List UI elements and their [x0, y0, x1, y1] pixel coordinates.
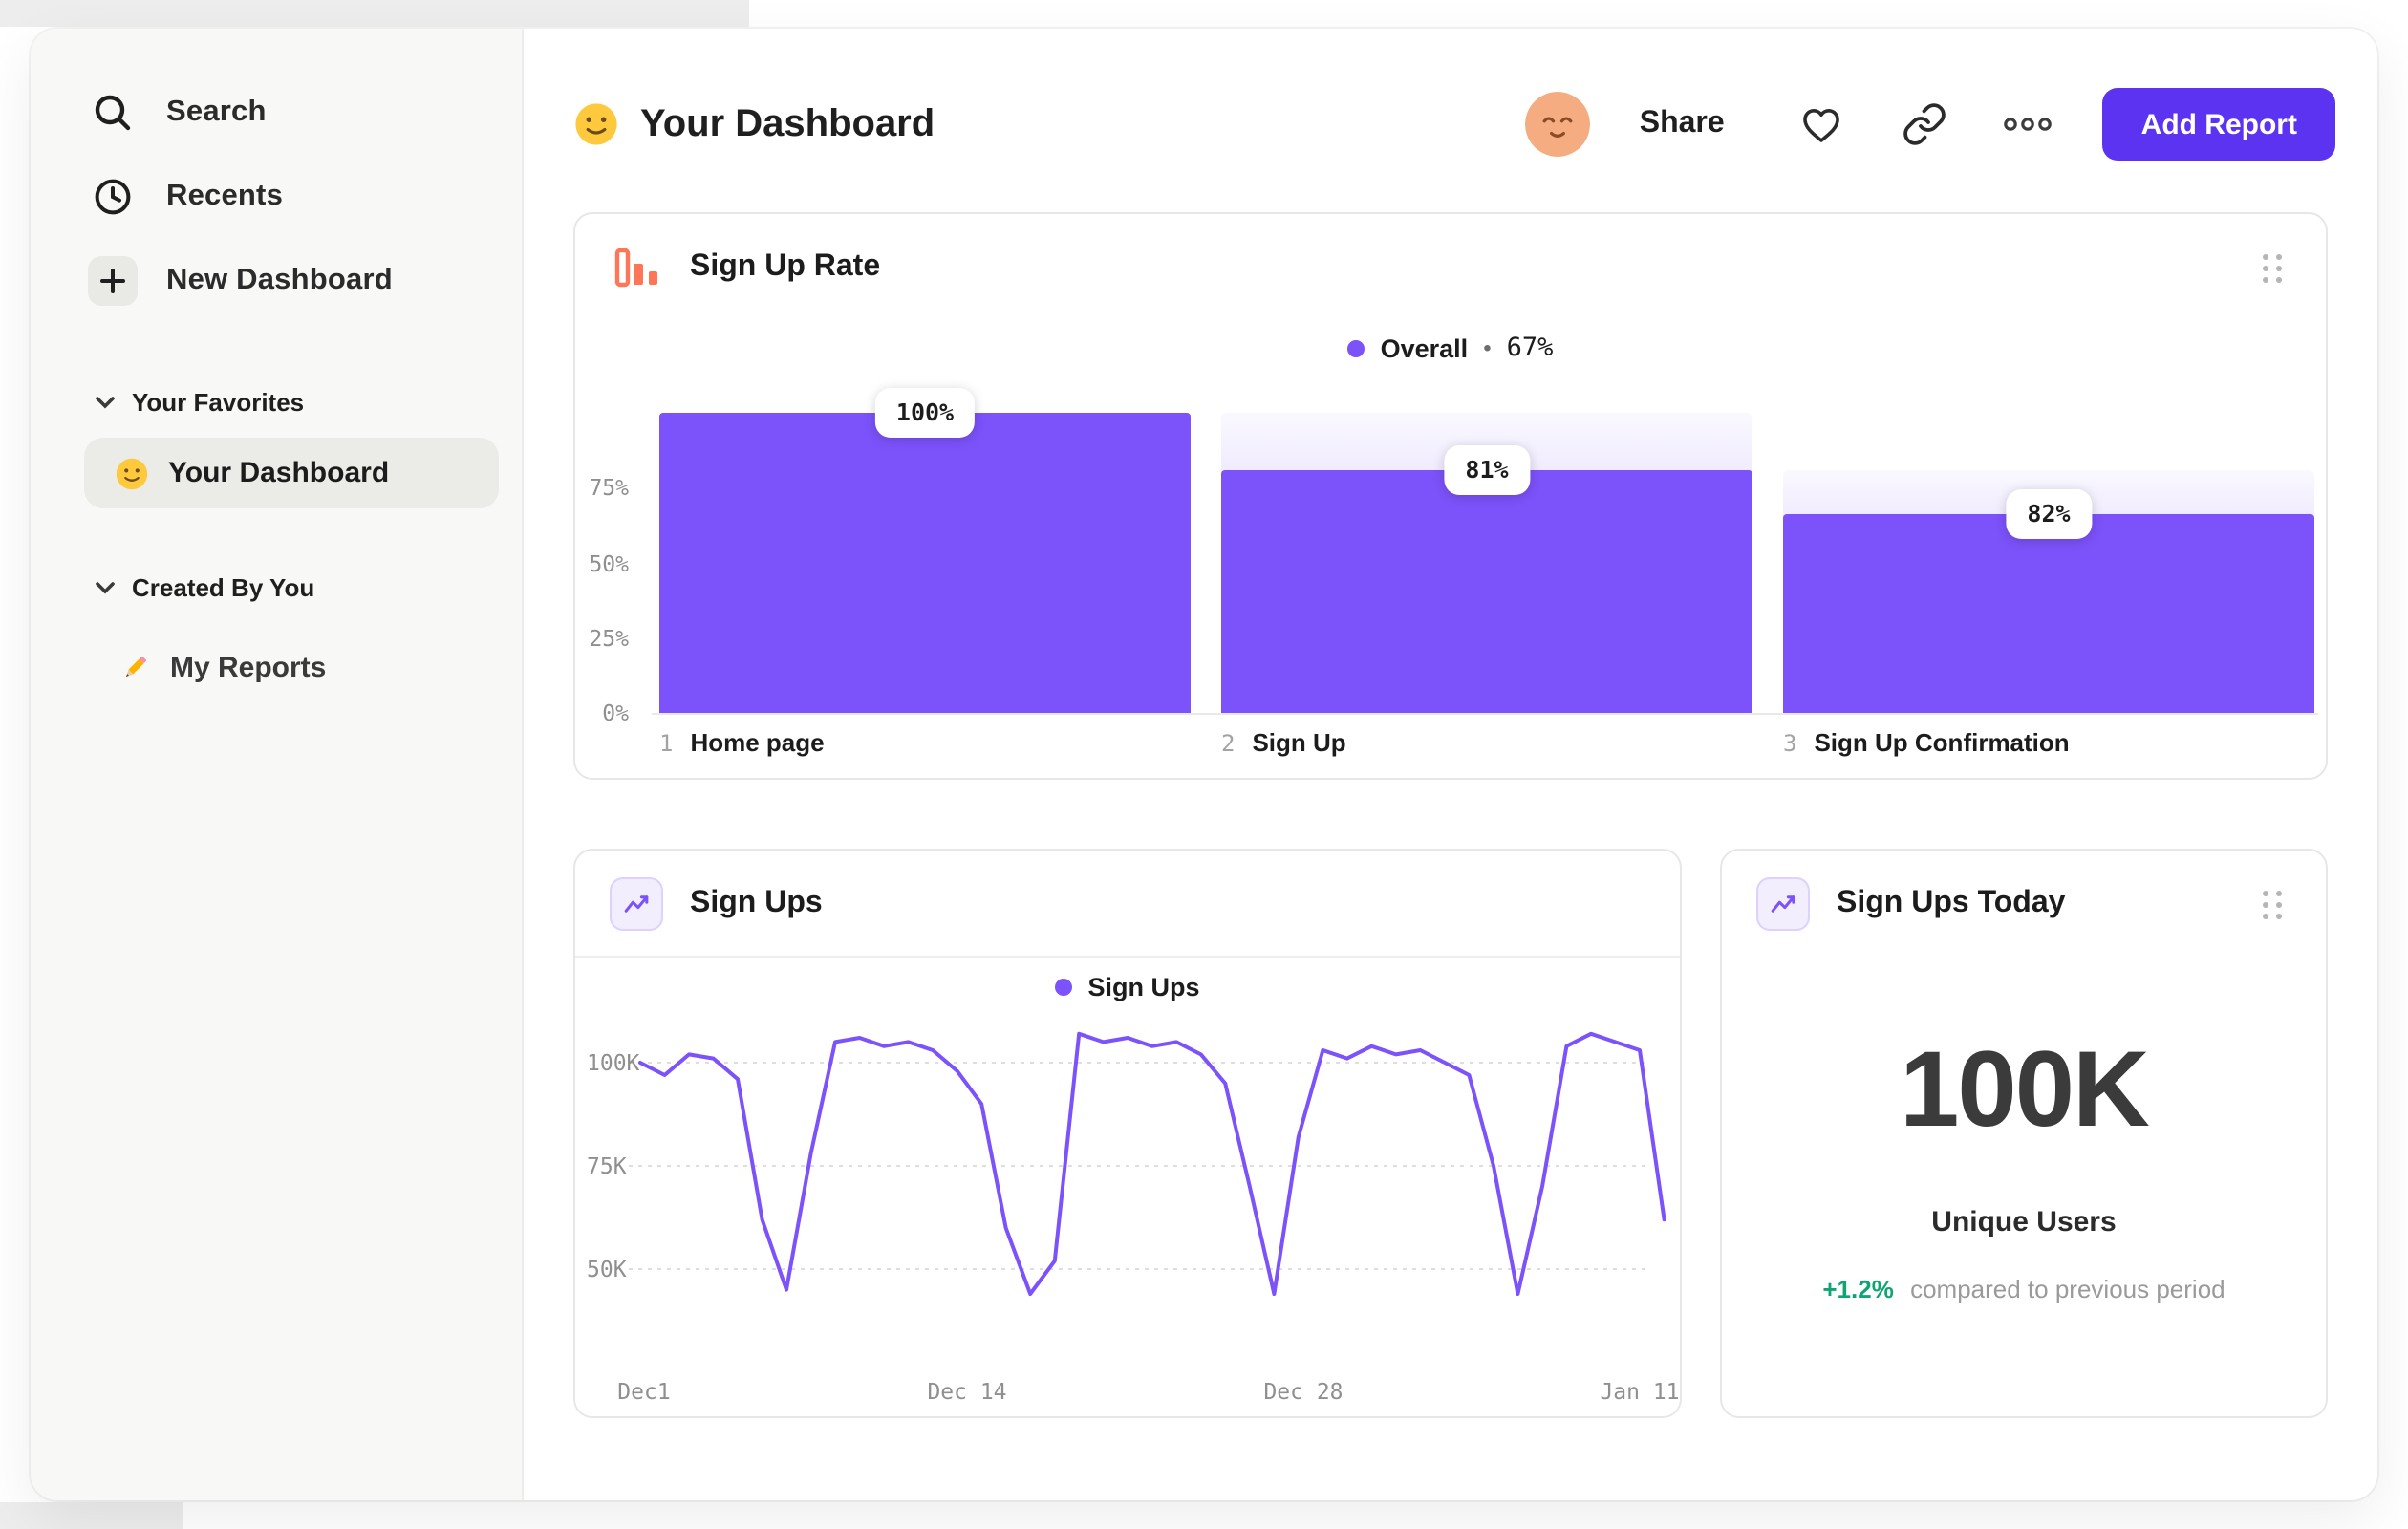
- step-label: 3 Sign Up Confirmation: [1783, 728, 2314, 757]
- bar-fill: [1221, 469, 1752, 713]
- sidebar-item-label: Search: [166, 96, 267, 128]
- sidebar-item-label: New Dashboard: [166, 264, 393, 296]
- background-strip-bottom: [0, 1502, 183, 1529]
- share-button[interactable]: Share: [1640, 107, 1725, 141]
- legend-label: Overall: [1380, 334, 1469, 362]
- sidebar-item-label: My Reports: [170, 651, 327, 683]
- x-axis-tick: Dec1: [617, 1378, 671, 1405]
- legend-separator: •: [1483, 334, 1492, 361]
- y-axis-tick: 50K: [587, 1256, 627, 1282]
- funnel-step-labels: 1 Home page 2 Sign Up 3 Sign Up Confirma…: [659, 728, 2314, 757]
- section-your-favorites[interactable]: Your Favorites: [31, 373, 522, 430]
- metric-delta-row: +1.2% compared to previous period: [1722, 1275, 2326, 1303]
- x-axis-tick: Dec 28: [1263, 1378, 1344, 1405]
- main-content: Your Dashboard Share Add Report Sign Up …: [524, 29, 2377, 1500]
- card-header: Sign Up Rate: [575, 214, 2326, 321]
- drag-handle-icon[interactable]: [2255, 246, 2291, 290]
- sidebar-nav: Search Recents New Dashboard: [31, 29, 522, 323]
- y-axis-tick: 25%: [589, 625, 629, 652]
- funnel-bar[interactable]: 82%: [1783, 413, 2314, 713]
- search-icon: [88, 88, 138, 138]
- y-axis-tick: 100K: [587, 1049, 640, 1076]
- card-title: Sign Up Rate: [690, 250, 881, 283]
- y-axis-tick: 75%: [589, 474, 629, 501]
- y-axis-tick: 75K: [587, 1152, 627, 1179]
- app-window: Search Recents New Dashboard Your Favori…: [31, 29, 2377, 1500]
- pencil-emoji-icon: [118, 651, 151, 683]
- delta-value: +1.2%: [1822, 1275, 1894, 1303]
- section-title: Your Favorites: [132, 387, 305, 416]
- legend-dot: [1347, 339, 1365, 356]
- chevron-down-icon: [96, 570, 115, 604]
- step-number: 2: [1221, 729, 1236, 756]
- metric-value: 100K: [1900, 1028, 2150, 1149]
- sidebar-item-my-reports[interactable]: My Reports: [31, 631, 522, 703]
- header-actions: Share Add Report: [1524, 88, 2335, 161]
- step-label: 2 Sign Up: [1221, 728, 1752, 757]
- card-header: Sign Ups Today: [1722, 851, 2326, 958]
- step-name: Home page: [690, 728, 825, 757]
- line-chart: [629, 1031, 1666, 1296]
- bar-chart-icon: [610, 241, 663, 294]
- step-name: Sign Up: [1252, 728, 1346, 757]
- y-axis-tick: 50%: [589, 550, 629, 577]
- add-report-button[interactable]: Add Report: [2102, 88, 2335, 161]
- bar-fill: [1783, 513, 2314, 713]
- section-title: Created By You: [132, 572, 315, 601]
- line-series: [638, 1031, 1666, 1296]
- step-number: 1: [659, 729, 674, 756]
- conversion-label: 81%: [1444, 444, 1530, 495]
- metric-label: Unique Users: [1931, 1206, 2117, 1238]
- funnel-bars: 100% 81% 82%: [659, 388, 2314, 713]
- x-axis-line: [652, 713, 2318, 715]
- y-axis-tick: 0%: [602, 700, 629, 726]
- step-name: Sign Up Confirmation: [1814, 728, 2070, 757]
- step-label: 1 Home page: [659, 728, 1191, 757]
- sidebar-item-search[interactable]: Search: [31, 71, 522, 155]
- step-number: 3: [1783, 729, 1797, 756]
- sidebar-item-new-dashboard[interactable]: New Dashboard: [31, 239, 522, 323]
- dashboard-header: Your Dashboard Share Add Report: [573, 82, 2335, 166]
- drag-handle-icon[interactable]: [2255, 882, 2291, 926]
- more-options-icon[interactable]: [2000, 96, 2057, 153]
- smiley-emoji-icon: [115, 456, 149, 490]
- copy-link-icon[interactable]: [1897, 96, 1954, 153]
- sign-ups-card: Sign Ups Sign Ups 100K 75K 50K Dec1 Dec …: [573, 849, 1682, 1418]
- sidebar-item-label: Your Dashboard: [168, 457, 390, 489]
- funnel-legend: Overall • 67%: [575, 333, 2326, 363]
- funnel-bar[interactable]: 100%: [659, 388, 1191, 713]
- legend-value: 67%: [1506, 333, 1554, 363]
- chevron-down-icon: [96, 384, 115, 419]
- delta-note: compared to previous period: [1910, 1275, 2225, 1303]
- sidebar-item-label: Recents: [166, 180, 284, 212]
- sign-ups-today-card: Sign Ups Today 100K Unique Users +1.2% c…: [1720, 849, 2328, 1418]
- conversion-label: 82%: [2006, 488, 2092, 539]
- background-strip-top: [0, 0, 749, 27]
- sidebar-item-recents[interactable]: Recents: [31, 155, 522, 239]
- page-title: Your Dashboard: [640, 102, 935, 144]
- funnel-bar[interactable]: 81%: [1221, 413, 1752, 713]
- x-axis-tick: Jan 11: [1600, 1378, 1680, 1405]
- sidebar-item-your-dashboard[interactable]: Your Dashboard: [84, 438, 499, 508]
- plus-icon: [88, 256, 138, 306]
- x-axis-tick: Dec 14: [927, 1378, 1007, 1405]
- smiley-emoji-icon: [573, 101, 619, 147]
- line-chart-icon: [1756, 877, 1810, 931]
- avatar[interactable]: [1524, 92, 1590, 157]
- card-title: Sign Ups Today: [1837, 887, 2066, 919]
- conversion-label: 100%: [874, 388, 976, 438]
- bar-fill: [659, 413, 1191, 713]
- clock-icon: [88, 172, 138, 222]
- sidebar: Search Recents New Dashboard Your Favori…: [31, 29, 524, 1500]
- section-created-by-you[interactable]: Created By You: [31, 558, 522, 615]
- favorite-heart-icon[interactable]: [1794, 96, 1851, 153]
- page: Search Recents New Dashboard Your Favori…: [0, 0, 2408, 1529]
- sign-up-rate-card: Sign Up Rate Overall • 67% 75% 50% 25% 0…: [573, 212, 2328, 780]
